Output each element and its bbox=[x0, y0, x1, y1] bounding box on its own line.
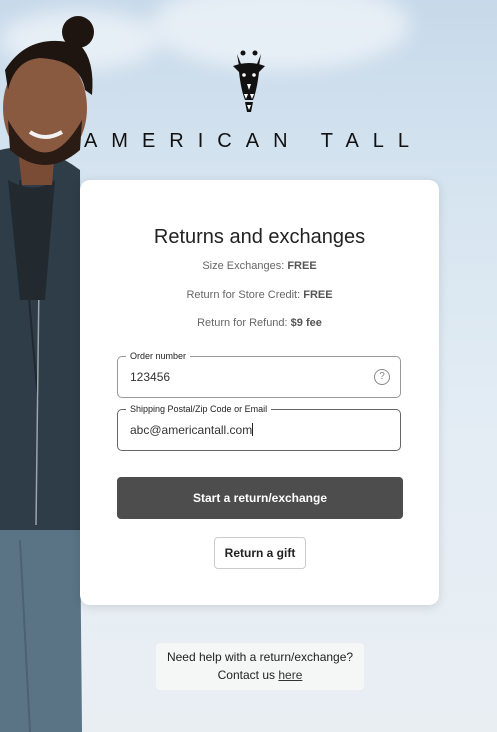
policy-refund: Return for Refund: $9 fee bbox=[80, 317, 439, 329]
returns-card: Returns and exchanges Size Exchanges: FR… bbox=[80, 180, 439, 605]
policy-label: Return for Store Credit: bbox=[186, 289, 301, 301]
policy-value: FREE bbox=[303, 289, 333, 301]
contact-prefix: Contact us bbox=[217, 668, 275, 682]
question-circle-icon[interactable]: ? bbox=[374, 369, 390, 385]
policy-size-exchanges: Size Exchanges: FREE bbox=[80, 260, 439, 272]
postal-email-value: abc@americantall.com bbox=[130, 423, 253, 437]
order-number-input[interactable]: 123456 bbox=[130, 370, 170, 384]
policy-label: Return for Refund: bbox=[197, 317, 288, 329]
giraffe-logo bbox=[0, 50, 497, 114]
postal-email-label: Shipping Postal/Zip Code or Email bbox=[126, 403, 272, 415]
return-gift-button[interactable]: Return a gift bbox=[214, 537, 306, 569]
contact-here-link[interactable]: here bbox=[278, 668, 302, 682]
policy-value: FREE bbox=[287, 260, 317, 272]
giraffe-icon bbox=[232, 50, 265, 112]
policy-store-credit: Return for Store Credit: FREE bbox=[80, 289, 439, 301]
page-title: Returns and exchanges bbox=[153, 226, 366, 248]
postal-email-field[interactable]: Shipping Postal/Zip Code or Email abc@am… bbox=[117, 403, 401, 451]
help-box: Need help with a return/exchange? Contac… bbox=[156, 643, 364, 690]
text-caret bbox=[252, 423, 254, 436]
help-text: Need help with a return/exchange? bbox=[166, 650, 354, 664]
brand-wordmark: AMERICAN TALL bbox=[83, 130, 424, 152]
order-number-field[interactable]: Order number 123456 ? bbox=[117, 350, 401, 398]
order-number-label: Order number bbox=[126, 350, 191, 362]
contact-line: Contact us here bbox=[156, 666, 364, 684]
policy-value: $9 fee bbox=[290, 317, 322, 329]
policy-label: Size Exchanges: bbox=[202, 260, 285, 272]
postal-email-input[interactable]: abc@americantall.com bbox=[130, 423, 254, 437]
start-return-button[interactable]: Start a return/exchange bbox=[117, 477, 403, 519]
